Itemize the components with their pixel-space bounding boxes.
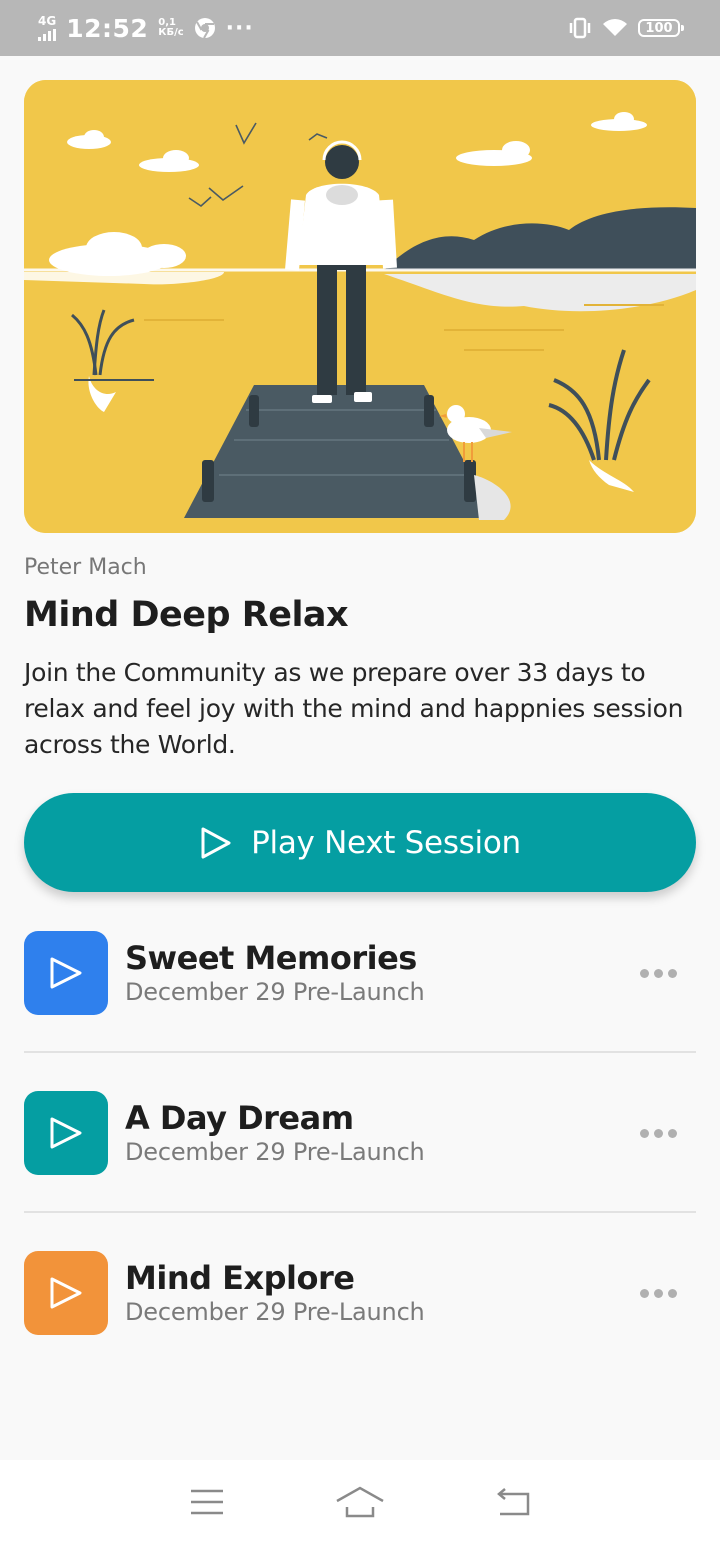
- network-speed: 0,1 КБ/с: [158, 18, 183, 38]
- battery-level: 100: [645, 20, 673, 36]
- person-on-pier-illustration: [24, 80, 696, 533]
- play-next-session-button[interactable]: Play Next Session: [24, 793, 696, 892]
- session-title: A Day Dream: [125, 1099, 354, 1137]
- session-item[interactable]: A Day Dream December 29 Pre-Launch: [24, 1091, 696, 1175]
- system-nav-bar: [0, 1460, 720, 1544]
- home-button[interactable]: [330, 1477, 390, 1527]
- status-right: 100: [568, 17, 684, 39]
- session-text: Sweet Memories December 29 Pre-Launch: [125, 939, 628, 1007]
- more-horizontal-icon[interactable]: [628, 1113, 688, 1153]
- session-subtitle: December 29 Pre-Launch: [125, 1138, 425, 1166]
- session-title: Mind Explore: [125, 1259, 355, 1297]
- hero-illustration: [24, 80, 696, 533]
- course-title: Mind Deep Relax: [24, 595, 349, 635]
- menu-button[interactable]: [177, 1477, 237, 1527]
- back-icon: [497, 1488, 530, 1516]
- play-icon: [50, 1277, 82, 1309]
- session-text: A Day Dream December 29 Pre-Launch: [125, 1099, 628, 1167]
- speed-unit: КБ/с: [158, 27, 184, 38]
- session-item[interactable]: Mind Explore December 29 Pre-Launch: [24, 1251, 696, 1335]
- more-horizontal-icon[interactable]: [628, 1273, 688, 1313]
- session-title: Sweet Memories: [125, 939, 417, 977]
- status-left: 4G 12:52 0,1 КБ/с ···: [38, 14, 254, 43]
- session-play-button[interactable]: [24, 1251, 108, 1335]
- vibrate-icon: [569, 17, 591, 39]
- back-button[interactable]: [483, 1477, 543, 1527]
- clock: 12:52: [66, 13, 149, 43]
- divider: [24, 1211, 696, 1213]
- session-play-button[interactable]: [24, 931, 108, 1015]
- divider: [24, 1051, 696, 1053]
- play-icon: [50, 1117, 82, 1149]
- more-horizontal-icon[interactable]: [628, 953, 688, 993]
- battery-icon: 100: [638, 19, 684, 37]
- home-icon: [336, 1486, 384, 1518]
- network-type: 4G: [38, 14, 57, 28]
- session-subtitle: December 29 Pre-Launch: [125, 1298, 425, 1326]
- session-text: Mind Explore December 29 Pre-Launch: [125, 1259, 628, 1327]
- play-next-session-label: Play Next Session: [251, 824, 521, 861]
- chrome-icon: [194, 18, 215, 39]
- session-play-button[interactable]: [24, 1091, 108, 1175]
- status-bar: 4G 12:52 0,1 КБ/с ··· 100: [0, 0, 720, 56]
- menu-icon: [190, 1489, 223, 1515]
- course-description: Join the Community as we prepare over 33…: [24, 658, 684, 759]
- signal-icon: 4G: [38, 15, 56, 41]
- session-item[interactable]: Sweet Memories December 29 Pre-Launch: [24, 931, 696, 1015]
- play-icon: [50, 957, 82, 989]
- play-outline-icon: [201, 827, 231, 858]
- more-notifications-icon: ···: [225, 15, 254, 41]
- author-name: Peter Mach: [24, 555, 147, 580]
- session-subtitle: December 29 Pre-Launch: [125, 978, 425, 1006]
- wifi-icon: [603, 19, 627, 36]
